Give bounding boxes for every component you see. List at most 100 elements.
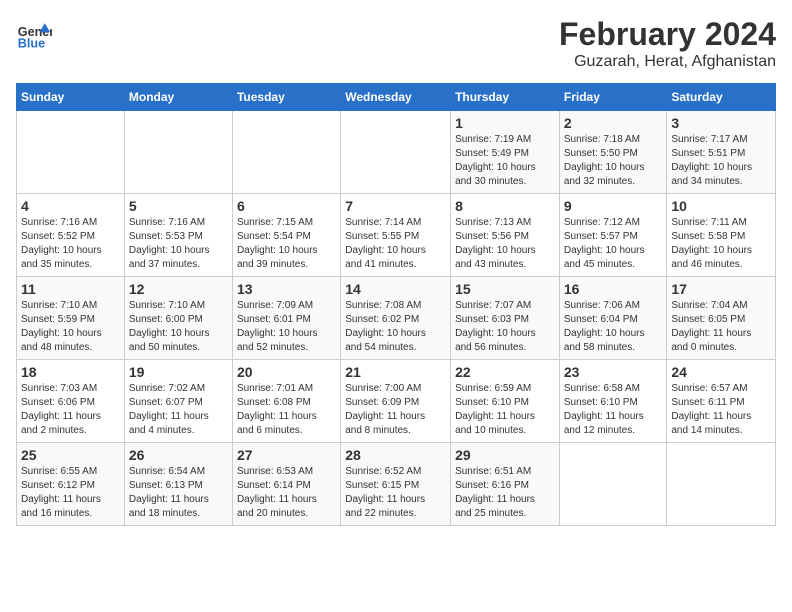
day-header: Tuesday — [232, 84, 340, 111]
calendar-cell — [667, 443, 776, 526]
day-info: Sunrise: 7:14 AM Sunset: 5:55 PM Dayligh… — [345, 216, 446, 272]
day-number: 4 — [21, 198, 120, 214]
day-info: Sunrise: 6:59 AM Sunset: 6:10 PM Dayligh… — [455, 382, 555, 438]
calendar-cell: 15 Sunrise: 7:07 AM Sunset: 6:03 PM Dayli… — [451, 277, 560, 360]
calendar-cell: 17 Sunrise: 7:04 AM Sunset: 6:05 PM Dayli… — [667, 277, 776, 360]
calendar-cell: 24Sunrise: 6:57 AM Sunset: 6:11 PM Dayli… — [667, 360, 776, 443]
calendar-week-row: 1Sunrise: 7:19 AM Sunset: 5:49 PM Daylig… — [17, 111, 776, 194]
day-header: Wednesday — [341, 84, 451, 111]
calendar-cell — [17, 111, 125, 194]
day-info: Sunrise: 7:18 AM Sunset: 5:50 PM Dayligh… — [564, 133, 663, 189]
calendar-week-row: 18 Sunrise: 7:03 AM Sunset: 6:06 PM Dayli… — [17, 360, 776, 443]
day-header: Thursday — [451, 84, 560, 111]
day-info: Sunrise: 7:08 AM Sunset: 6:02 PM Dayligh… — [345, 299, 446, 355]
day-number: 17 — [671, 281, 771, 297]
day-number: 6 — [237, 198, 336, 214]
day-number: 29 — [455, 447, 555, 463]
day-number: 25 — [21, 447, 120, 463]
calendar-cell: 26 Sunrise: 6:54 AM Sunset: 6:13 PM Dayli… — [124, 443, 232, 526]
calendar-cell: 3 Sunrise: 7:17 AM Sunset: 5:51 PM Daylig… — [667, 111, 776, 194]
day-number: 14 — [345, 281, 446, 297]
calendar-cell: 21Sunrise: 7:00 AM Sunset: 6:09 PM Dayli… — [341, 360, 451, 443]
svg-text:Blue: Blue — [18, 37, 45, 51]
calendar-cell: 2 Sunrise: 7:18 AM Sunset: 5:50 PM Daylig… — [559, 111, 667, 194]
day-number: 13 — [237, 281, 336, 297]
day-info: Sunrise: 6:51 AM Sunset: 6:16 PM Dayligh… — [455, 465, 555, 521]
day-info: Sunrise: 7:11 AM Sunset: 5:58 PM Dayligh… — [671, 216, 771, 272]
day-number: 7 — [345, 198, 446, 214]
day-info: Sunrise: 7:01 AM Sunset: 6:08 PM Dayligh… — [237, 382, 336, 438]
calendar-cell: 23 Sunrise: 6:58 AM Sunset: 6:10 PM Dayli… — [559, 360, 667, 443]
day-number: 5 — [129, 198, 228, 214]
day-info: Sunrise: 6:53 AM Sunset: 6:14 PM Dayligh… — [237, 465, 336, 521]
calendar-cell: 7 Sunrise: 7:14 AM Sunset: 5:55 PM Daylig… — [341, 194, 451, 277]
day-info: Sunrise: 7:03 AM Sunset: 6:06 PM Dayligh… — [21, 382, 120, 438]
day-number: 22 — [455, 364, 555, 380]
day-info: Sunrise: 7:06 AM Sunset: 6:04 PM Dayligh… — [564, 299, 663, 355]
day-info: Sunrise: 7:07 AM Sunset: 6:03 PM Dayligh… — [455, 299, 555, 355]
calendar-cell: 9Sunrise: 7:12 AM Sunset: 5:57 PM Daylig… — [559, 194, 667, 277]
calendar-cell — [559, 443, 667, 526]
calendar-cell: 28Sunrise: 6:52 AM Sunset: 6:15 PM Dayli… — [341, 443, 451, 526]
header-row: SundayMondayTuesdayWednesdayThursdayFrid… — [17, 84, 776, 111]
day-info: Sunrise: 7:00 AM Sunset: 6:09 PM Dayligh… — [345, 382, 446, 438]
day-number: 28 — [345, 447, 446, 463]
day-number: 8 — [455, 198, 555, 214]
calendar-week-row: 25 Sunrise: 6:55 AM Sunset: 6:12 PM Dayli… — [17, 443, 776, 526]
day-info: Sunrise: 7:19 AM Sunset: 5:49 PM Dayligh… — [455, 133, 555, 189]
day-number: 15 — [455, 281, 555, 297]
day-info: Sunrise: 7:04 AM Sunset: 6:05 PM Dayligh… — [671, 299, 771, 355]
calendar-cell: 19 Sunrise: 7:02 AM Sunset: 6:07 PM Dayli… — [124, 360, 232, 443]
day-info: Sunrise: 7:10 AM Sunset: 6:00 PM Dayligh… — [129, 299, 228, 355]
page-header: General Blue February 2024 Guzarah, Hera… — [16, 16, 776, 71]
title-block: February 2024 Guzarah, Herat, Afghanista… — [559, 16, 776, 71]
day-number: 12 — [129, 281, 228, 297]
day-number: 16 — [564, 281, 663, 297]
calendar-cell: 20 Sunrise: 7:01 AM Sunset: 6:08 PM Dayli… — [232, 360, 340, 443]
calendar-cell: 12 Sunrise: 7:10 AM Sunset: 6:00 PM Dayli… — [124, 277, 232, 360]
day-info: Sunrise: 7:16 AM Sunset: 5:53 PM Dayligh… — [129, 216, 228, 272]
day-info: Sunrise: 7:02 AM Sunset: 6:07 PM Dayligh… — [129, 382, 228, 438]
day-number: 20 — [237, 364, 336, 380]
day-number: 9 — [564, 198, 663, 214]
calendar-cell: 18 Sunrise: 7:03 AM Sunset: 6:06 PM Dayli… — [17, 360, 125, 443]
day-info: Sunrise: 6:54 AM Sunset: 6:13 PM Dayligh… — [129, 465, 228, 521]
day-info: Sunrise: 7:09 AM Sunset: 6:01 PM Dayligh… — [237, 299, 336, 355]
calendar-title: February 2024 — [559, 16, 776, 53]
day-number: 23 — [564, 364, 663, 380]
calendar-cell: 10Sunrise: 7:11 AM Sunset: 5:58 PM Dayli… — [667, 194, 776, 277]
day-info: Sunrise: 7:17 AM Sunset: 5:51 PM Dayligh… — [671, 133, 771, 189]
calendar-cell — [341, 111, 451, 194]
day-info: Sunrise: 6:58 AM Sunset: 6:10 PM Dayligh… — [564, 382, 663, 438]
day-info: Sunrise: 6:55 AM Sunset: 6:12 PM Dayligh… — [21, 465, 120, 521]
day-info: Sunrise: 7:13 AM Sunset: 5:56 PM Dayligh… — [455, 216, 555, 272]
calendar-cell: 8 Sunrise: 7:13 AM Sunset: 5:56 PM Daylig… — [451, 194, 560, 277]
day-info: Sunrise: 7:15 AM Sunset: 5:54 PM Dayligh… — [237, 216, 336, 272]
day-header: Monday — [124, 84, 232, 111]
calendar-table: SundayMondayTuesdayWednesdayThursdayFrid… — [16, 83, 776, 526]
calendar-cell — [124, 111, 232, 194]
calendar-cell: 25 Sunrise: 6:55 AM Sunset: 6:12 PM Dayli… — [17, 443, 125, 526]
calendar-cell: 22 Sunrise: 6:59 AM Sunset: 6:10 PM Dayli… — [451, 360, 560, 443]
logo: General Blue — [16, 16, 56, 52]
day-number: 26 — [129, 447, 228, 463]
day-header: Friday — [559, 84, 667, 111]
calendar-cell: 29 Sunrise: 6:51 AM Sunset: 6:16 PM Dayli… — [451, 443, 560, 526]
day-number: 2 — [564, 115, 663, 131]
day-number: 11 — [21, 281, 120, 297]
calendar-cell: 4 Sunrise: 7:16 AM Sunset: 5:52 PM Daylig… — [17, 194, 125, 277]
day-number: 19 — [129, 364, 228, 380]
calendar-cell: 14 Sunrise: 7:08 AM Sunset: 6:02 PM Dayli… — [341, 277, 451, 360]
day-number: 18 — [21, 364, 120, 380]
day-header: Saturday — [667, 84, 776, 111]
calendar-cell — [232, 111, 340, 194]
calendar-cell: 1Sunrise: 7:19 AM Sunset: 5:49 PM Daylig… — [451, 111, 560, 194]
logo-icon: General Blue — [16, 16, 52, 52]
day-header: Sunday — [17, 84, 125, 111]
day-number: 3 — [671, 115, 771, 131]
calendar-cell: 27 Sunrise: 6:53 AM Sunset: 6:14 PM Dayli… — [232, 443, 340, 526]
calendar-cell: 13 Sunrise: 7:09 AM Sunset: 6:01 PM Dayli… — [232, 277, 340, 360]
day-number: 27 — [237, 447, 336, 463]
day-info: Sunrise: 6:57 AM Sunset: 6:11 PM Dayligh… — [671, 382, 771, 438]
day-info: Sunrise: 7:16 AM Sunset: 5:52 PM Dayligh… — [21, 216, 120, 272]
